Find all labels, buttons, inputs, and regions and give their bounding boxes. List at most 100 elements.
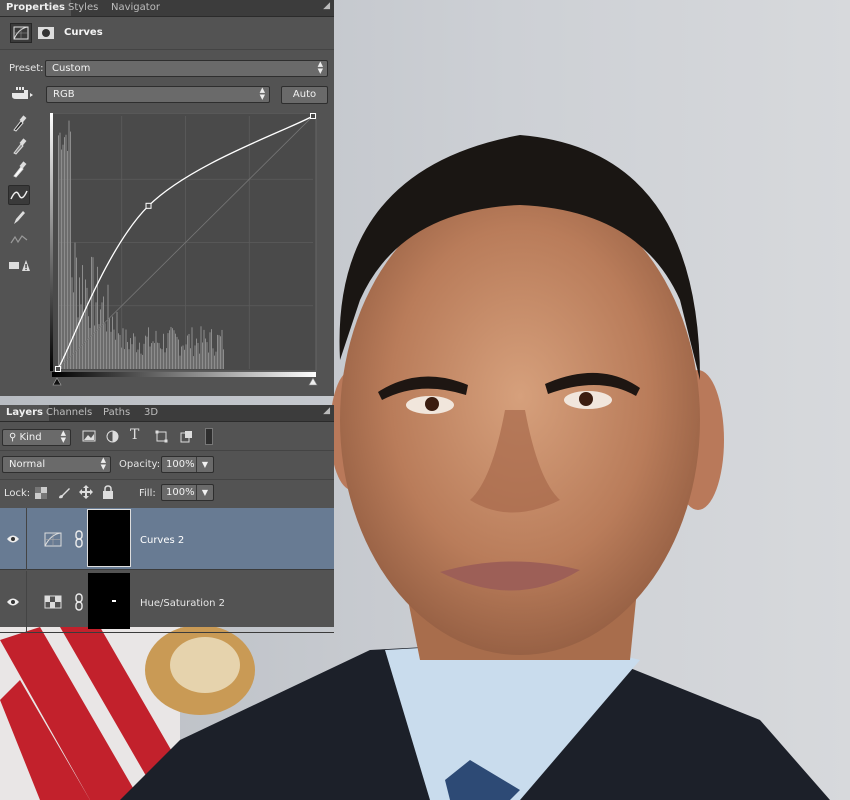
histogram-bar (104, 323, 106, 369)
search-icon: ⚲ (9, 432, 20, 443)
histogram-bar (218, 335, 220, 369)
white-point-eyedropper-icon[interactable] (8, 160, 30, 178)
pencil-draw-icon[interactable] (8, 208, 30, 226)
histogram-bar (154, 343, 155, 369)
histogram-bar (131, 344, 133, 369)
histogram-bar (184, 349, 185, 369)
panel-menu-icon[interactable]: ◢ (323, 406, 330, 416)
histogram-bar (128, 349, 130, 369)
tab-paths[interactable]: Paths (97, 405, 136, 421)
lock-brush-icon[interactable] (57, 486, 71, 503)
clipping-warning-icon[interactable] (8, 256, 30, 274)
fill-field[interactable]: 100% ▼ (161, 484, 214, 501)
histogram-bar (133, 333, 134, 369)
filter-kind-select[interactable]: ⚲ Kind ▲ ▼ (2, 429, 71, 446)
layer-row-hue-saturation[interactable]: Hue/Saturation 2 (0, 571, 334, 633)
histogram-bar (206, 342, 208, 369)
histogram-bar (65, 134, 67, 369)
adjustment-filter-icon[interactable] (106, 430, 119, 446)
histogram-bar (89, 327, 91, 369)
layer-row-curves[interactable]: Curves 2 (0, 508, 334, 570)
histogram-bar (103, 296, 104, 369)
tab-channels[interactable]: Channels (40, 405, 98, 421)
histogram-bar (58, 135, 59, 369)
histogram-bar (157, 342, 158, 369)
layer-mask-icon[interactable] (36, 25, 56, 41)
curves-layer-icon (44, 532, 62, 547)
black-point-eyedropper-icon[interactable] (8, 114, 30, 132)
layers-panel: Layers Channels Paths 3D ◢ ⚲ Kind ▲ ▼ T N… (0, 405, 334, 633)
shape-filter-icon[interactable] (155, 430, 168, 446)
histogram-bar (80, 304, 82, 369)
eye-icon[interactable] (6, 597, 20, 607)
opacity-value: 100% (166, 459, 195, 470)
properties-tab-bar: Properties Styles Navigator ◢ (0, 0, 334, 17)
histogram-bar (70, 131, 71, 369)
channel-select[interactable]: RGB ▲ ▼ (46, 86, 270, 103)
divider (0, 49, 334, 50)
smooth-curve-icon[interactable] (8, 231, 30, 249)
smart-object-filter-icon[interactable] (180, 430, 193, 446)
fill-label: Fill: (139, 488, 156, 499)
curves-adjustment-icon[interactable] (10, 23, 32, 43)
histogram-bar (163, 333, 164, 369)
histogram-bar (191, 327, 193, 369)
chain-link-icon[interactable] (74, 530, 84, 548)
opacity-field[interactable]: 100% ▼ (161, 456, 214, 473)
histogram-bar (161, 349, 163, 369)
lock-label: Lock: (4, 488, 31, 499)
chevron-down-icon[interactable]: ▼ (196, 485, 213, 500)
tab-properties[interactable]: Properties (0, 0, 71, 16)
white-input-slider (308, 377, 318, 386)
lock-transparent-icon[interactable] (35, 487, 47, 502)
histogram-bar (215, 351, 217, 369)
histogram-bar (68, 120, 70, 369)
visibility-toggle[interactable] (0, 571, 27, 633)
auto-button[interactable]: Auto (281, 86, 328, 104)
layers-tab-bar: Layers Channels Paths 3D ◢ (0, 405, 334, 422)
layer-mask-thumbnail[interactable] (87, 509, 131, 567)
preset-select[interactable]: Custom ▲ ▼ (45, 60, 328, 77)
layer-mask-thumbnail[interactable] (88, 573, 130, 629)
layer-name[interactable]: Curves 2 (140, 535, 184, 546)
histogram-bar (148, 327, 149, 369)
histogram-bar (160, 348, 161, 369)
histogram-bar (73, 292, 74, 369)
lock-all-icon[interactable] (102, 485, 114, 502)
tab-3d[interactable]: 3D (138, 405, 164, 421)
properties-panel: Properties Styles Navigator ◢ Curves Pre… (0, 0, 334, 396)
tab-styles[interactable]: Styles (62, 0, 104, 16)
histogram-bar (119, 334, 121, 369)
fill-value: 100% (166, 487, 195, 498)
histogram-bar (196, 338, 197, 369)
curve-point (310, 113, 316, 119)
curve-edit-points-icon[interactable] (8, 185, 30, 205)
eye-icon[interactable] (6, 534, 20, 544)
tab-navigator[interactable]: Navigator (105, 0, 166, 16)
blend-mode-value: Normal (9, 459, 46, 470)
filter-toggle-switch[interactable] (205, 428, 213, 445)
curves-graph[interactable] (50, 113, 318, 390)
type-filter-icon[interactable]: T (130, 427, 139, 443)
histogram-bar (217, 334, 218, 369)
layer-name[interactable]: Hue/Saturation 2 (140, 598, 225, 609)
histogram-bar (190, 348, 191, 369)
lock-move-icon[interactable] (79, 485, 93, 502)
targeted-adjustment-hand-icon[interactable] (8, 84, 34, 104)
chevron-down-icon[interactable]: ▼ (196, 457, 213, 472)
histogram-bar (118, 333, 119, 369)
chain-link-icon[interactable] (74, 593, 84, 611)
histogram-bar (179, 355, 181, 369)
blend-mode-select[interactable]: Normal ▲ ▼ (2, 456, 111, 473)
gray-point-eyedropper-icon[interactable] (8, 137, 30, 155)
histogram-bar (86, 287, 88, 369)
histogram-bar (181, 346, 182, 369)
histogram-bar (130, 338, 131, 369)
filter-kind-value: Kind (19, 432, 42, 443)
pixel-filter-icon[interactable] (82, 430, 96, 445)
visibility-toggle[interactable] (0, 508, 27, 570)
histogram-bar (140, 353, 142, 369)
histogram-bar (88, 316, 89, 369)
histogram-bar (115, 339, 116, 369)
panel-menu-icon[interactable]: ◢ (323, 1, 330, 11)
